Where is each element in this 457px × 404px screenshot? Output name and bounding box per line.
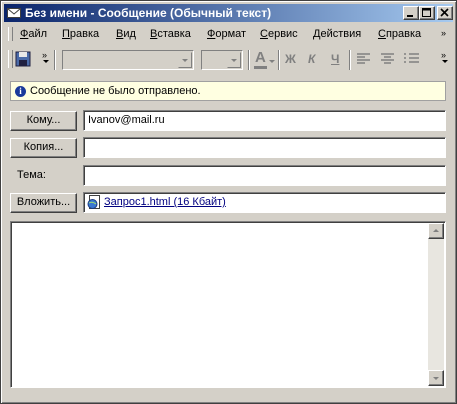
toolbar-overflow-chevron-icon[interactable]: » — [441, 50, 446, 60]
window-title: Без имени - Сообщение (Обычный текст) — [25, 6, 272, 20]
toolbar-separator — [248, 50, 250, 70]
toolbar-separator — [278, 50, 280, 70]
minimize-icon — [407, 15, 413, 17]
message-window: Без имени - Сообщение (Обычный текст) Фа… — [0, 0, 457, 404]
vertical-scrollbar[interactable] — [428, 223, 444, 386]
scroll-down-arrow-icon[interactable] — [428, 370, 444, 386]
toolbar-grip[interactable] — [8, 50, 13, 68]
chevron-down-icon[interactable] — [269, 60, 275, 63]
menu-actions[interactable]: Действия — [313, 28, 361, 40]
toolbar-dropdown-icon[interactable] — [442, 60, 448, 63]
info-message: Сообщение не было отправлено. — [30, 85, 201, 97]
font-color-icon[interactable]: A — [255, 49, 266, 66]
to-field[interactable]: Ivanov@mail.ru — [83, 110, 446, 131]
font-name-combo[interactable] — [62, 50, 194, 70]
menu-help[interactable]: Справка — [378, 28, 421, 40]
cc-button[interactable]: Копия... — [10, 138, 77, 158]
message-body[interactable] — [10, 221, 446, 388]
close-button[interactable] — [437, 6, 453, 20]
to-button[interactable]: Кому... — [10, 111, 77, 131]
subject-field[interactable] — [83, 165, 446, 186]
font-size-combo[interactable] — [201, 50, 243, 70]
info-bar: i Сообщение не было отправлено. — [10, 81, 446, 101]
chevron-down-icon[interactable] — [178, 52, 192, 68]
menu-overflow-chevron-icon[interactable]: » — [441, 28, 446, 38]
maximize-button[interactable] — [419, 6, 435, 20]
save-icon[interactable] — [15, 51, 31, 67]
align-left-icon[interactable] — [357, 53, 371, 65]
menu-view[interactable]: Вид — [116, 28, 136, 40]
bold-button[interactable]: Ж — [285, 52, 296, 66]
menu-bar: Файл Правка Вид Вставка Формат Сервис Де… — [4, 24, 453, 44]
menu-grip[interactable] — [8, 27, 13, 41]
toolbar-separator — [54, 50, 56, 70]
underline-button[interactable]: Ч — [331, 52, 339, 66]
chevron-down-icon[interactable] — [227, 52, 241, 68]
toolbar-separator — [349, 50, 351, 70]
toolbar-overflow-chevron-icon[interactable]: » — [42, 50, 47, 60]
attach-button[interactable]: Вложить... — [10, 193, 77, 213]
font-color-swatch — [254, 66, 267, 69]
minimize-button[interactable] — [403, 6, 419, 20]
align-center-icon[interactable] — [381, 53, 395, 65]
attachment-link[interactable]: Запрос1.html (16 Кбайт) — [104, 196, 226, 208]
title-bar[interactable]: Без имени - Сообщение (Обычный текст) — [4, 4, 453, 22]
menu-edit[interactable]: Правка — [62, 28, 99, 40]
info-icon: i — [15, 86, 26, 97]
formatting-toolbar: » A Ж К Ч » — [4, 46, 453, 74]
attachments-field: Запрос1.html (16 Кбайт) — [83, 192, 446, 213]
menu-tools[interactable]: Сервис — [260, 28, 298, 40]
maximize-icon — [422, 8, 431, 17]
bullets-icon[interactable] — [404, 53, 420, 65]
scroll-up-arrow-icon[interactable] — [428, 223, 444, 239]
cc-field[interactable] — [83, 137, 446, 158]
menu-insert[interactable]: Вставка — [150, 28, 191, 40]
close-icon — [440, 8, 449, 17]
italic-button[interactable]: К — [308, 52, 315, 66]
toolbar-dropdown-icon[interactable] — [43, 60, 49, 63]
envelope-icon — [7, 8, 21, 18]
html-file-icon — [87, 195, 100, 209]
subject-label: Тема: — [17, 169, 46, 181]
menu-format[interactable]: Формат — [207, 28, 246, 40]
menu-file[interactable]: Файл — [20, 28, 47, 40]
